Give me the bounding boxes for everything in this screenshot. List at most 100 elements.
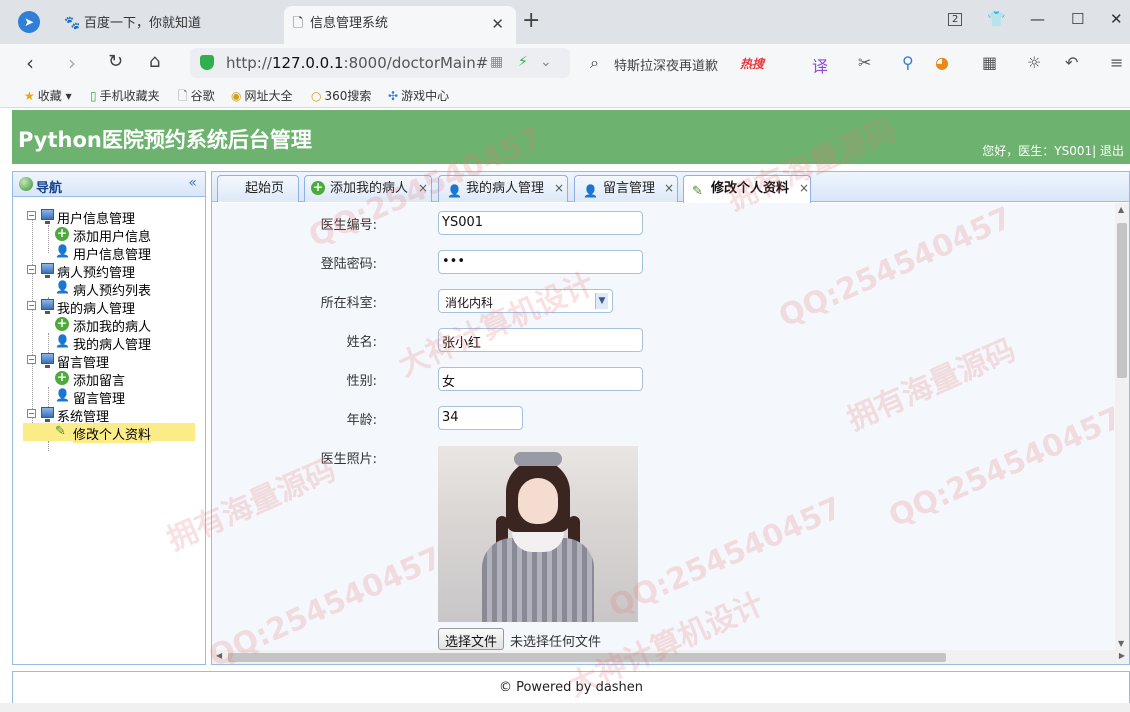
tree-item-label: 修改个人资料	[73, 424, 152, 443]
menu-icon[interactable]: ≡	[1110, 53, 1123, 72]
magnifier-icon[interactable]: ⚲	[902, 53, 914, 72]
close-icon[interactable]: ×	[554, 176, 564, 201]
age-input[interactable]: 34	[438, 406, 523, 430]
page-icon: 🗋	[178, 89, 188, 103]
collapse-toggle-icon[interactable]: −	[27, 211, 36, 220]
tree-item-edit-profile[interactable]: ✎ 修改个人资料	[23, 423, 195, 443]
tab-label: 添加我的病人	[330, 181, 409, 196]
scroll-thumb[interactable]	[228, 653, 946, 662]
user-logout-link[interactable]: 您好，医生：YS001| 退出	[982, 142, 1124, 159]
tree-item-patient-manage[interactable]: 👤 我的病人管理	[13, 333, 203, 353]
doctor-photo	[438, 446, 638, 622]
page-footer: © Powered by dashen	[12, 671, 1130, 703]
tree-item-add-user[interactable]: + 添加用户信息	[13, 225, 203, 245]
lightning-icon[interactable]: ⚡	[518, 54, 528, 70]
tab-label: 我的病人管理	[466, 181, 545, 196]
scroll-thumb[interactable]	[1117, 223, 1127, 378]
password-input[interactable]: •••	[438, 250, 643, 274]
grid-icon[interactable]: ▦	[982, 53, 997, 72]
tab-messages[interactable]: 👤 留言管理 ×	[574, 175, 678, 202]
undo-icon[interactable]: ↶	[1065, 53, 1078, 72]
collapse-toggle-icon[interactable]: −	[27, 355, 36, 364]
app-header: Python医院预约系统后台管理 您好，医生：YS001| 退出	[12, 110, 1130, 164]
tree-group-system[interactable]: − 系统管理	[13, 405, 203, 425]
tree-group-messages[interactable]: − 留言管理	[13, 351, 203, 371]
collapse-toggle-icon[interactable]: −	[27, 409, 36, 418]
bookmark-mobile[interactable]: ▯ 手机收藏夹	[90, 87, 160, 104]
collapse-toggle-icon[interactable]: −	[27, 301, 36, 310]
browser-tab-baidu[interactable]: 🐾 百度一下，你就知道	[58, 6, 283, 44]
bookmark-360[interactable]: ○ 360搜索	[311, 87, 371, 104]
monitor-icon	[41, 209, 54, 224]
reload-icon[interactable]: ↻	[108, 51, 123, 72]
baidu-paw-icon: 🐾	[64, 16, 81, 31]
hot-search-badge[interactable]: 热搜	[740, 55, 764, 72]
tree-item-add-message[interactable]: + 添加留言	[13, 369, 203, 389]
game-icon[interactable]: ◕	[935, 53, 949, 72]
tab-label: 留言管理	[603, 181, 656, 196]
tree-group-my-patients[interactable]: − 我的病人管理	[13, 297, 203, 317]
search-text[interactable]: 特斯拉深夜再道歉	[614, 55, 718, 74]
doctor-no-input[interactable]: YS001	[438, 211, 643, 235]
tab-add-patient[interactable]: + 添加我的病人 ×	[304, 175, 432, 202]
back-icon[interactable]: ‹	[26, 51, 34, 75]
browser-logo-icon[interactable]: ➤	[18, 11, 40, 33]
pencil-icon: ✎	[692, 184, 703, 199]
bookmark-nav[interactable]: ◉ 网址大全	[231, 87, 293, 104]
vertical-scrollbar[interactable]: ▲ ▼	[1115, 203, 1129, 650]
scissors-icon[interactable]: ✂	[858, 53, 871, 72]
forward-icon[interactable]: ›	[68, 51, 76, 75]
scroll-down-icon[interactable]: ▼	[1118, 639, 1124, 648]
scroll-right-icon[interactable]: ▶	[1119, 651, 1125, 660]
tree-item-appointment-list[interactable]: 👤 病人预约列表	[13, 279, 203, 299]
bookmark-google[interactable]: 🗋 谷歌	[178, 87, 215, 108]
tab-home[interactable]: 起始页	[217, 175, 299, 202]
gender-input[interactable]: 女	[438, 367, 643, 391]
qr-icon[interactable]: ▦	[490, 54, 503, 70]
close-window-icon[interactable]: ✕	[1110, 10, 1123, 28]
horizontal-scrollbar[interactable]: ◀ ▶	[212, 650, 1129, 664]
tree-group-user-info[interactable]: − 用户信息管理	[13, 207, 203, 227]
chevron-down-icon[interactable]: ⌄	[540, 54, 552, 70]
tree-item-user-manage[interactable]: 👤 用户信息管理	[13, 243, 203, 263]
close-icon[interactable]: ×	[664, 176, 674, 201]
new-tab-icon[interactable]: +	[522, 8, 540, 33]
brightness-icon[interactable]: ☼	[1027, 53, 1041, 72]
scroll-left-icon[interactable]: ◀	[216, 651, 222, 660]
tree-item-add-patient[interactable]: + 添加我的病人	[13, 315, 203, 335]
tab-edit-profile[interactable]: ✎ 修改个人资料 ×	[683, 175, 811, 203]
search-box[interactable]: ⌕ 特斯拉深夜再道歉 热搜	[582, 48, 794, 78]
tree-group-appointment[interactable]: − 病人预约管理	[13, 261, 203, 281]
bookmark-favorites[interactable]: ★ 收藏 ▾	[24, 87, 72, 104]
taskbar	[0, 703, 1130, 712]
scroll-up-icon[interactable]: ▲	[1118, 205, 1124, 214]
close-icon[interactable]: ×	[418, 176, 428, 201]
shirt-icon[interactable]: 👕	[987, 10, 1006, 28]
department-select[interactable]: 消化内科 ▼	[438, 289, 613, 313]
choose-file-button[interactable]: 选择文件	[438, 628, 505, 650]
user-icon: 👤	[447, 184, 462, 198]
tab-patient-manage[interactable]: 👤 我的病人管理 ×	[438, 175, 568, 202]
home-icon[interactable]: ⌂	[149, 51, 160, 72]
url-text[interactable]: http://127.0.0.1:8000/doctorMain#	[226, 54, 488, 72]
search-icon: ⌕	[590, 53, 599, 72]
bookmark-games[interactable]: ✣ 游戏中心	[388, 87, 449, 104]
collapse-icon[interactable]: «	[188, 175, 197, 191]
phone-icon: ▯	[90, 89, 97, 103]
close-icon[interactable]: ×	[799, 176, 809, 201]
close-tab-icon[interactable]: ✕	[491, 6, 504, 42]
tree-item-message-manage[interactable]: 👤 留言管理	[13, 387, 203, 407]
sidebar-header: 导航 «	[13, 172, 205, 197]
name-input[interactable]: 张小红	[438, 328, 643, 352]
puzzle-icon: ✣	[388, 89, 399, 103]
minimize-icon[interactable]: —	[1030, 10, 1045, 28]
chevron-down-icon[interactable]: ▼	[595, 293, 608, 309]
tab-count-badge[interactable]: 2	[948, 13, 963, 26]
translate-icon[interactable]: 译	[812, 53, 828, 77]
pencil-icon: ✎	[55, 424, 66, 439]
url-bar[interactable]: http://127.0.0.1:8000/doctorMain# ▦ ⚡ ⌄	[190, 48, 570, 78]
page-icon: 🗋	[292, 16, 304, 31]
maximize-icon[interactable]: ☐	[1071, 10, 1084, 28]
collapse-toggle-icon[interactable]: −	[27, 265, 36, 274]
browser-tab-active[interactable]: 🗋 信息管理系统 ✕	[284, 6, 516, 44]
